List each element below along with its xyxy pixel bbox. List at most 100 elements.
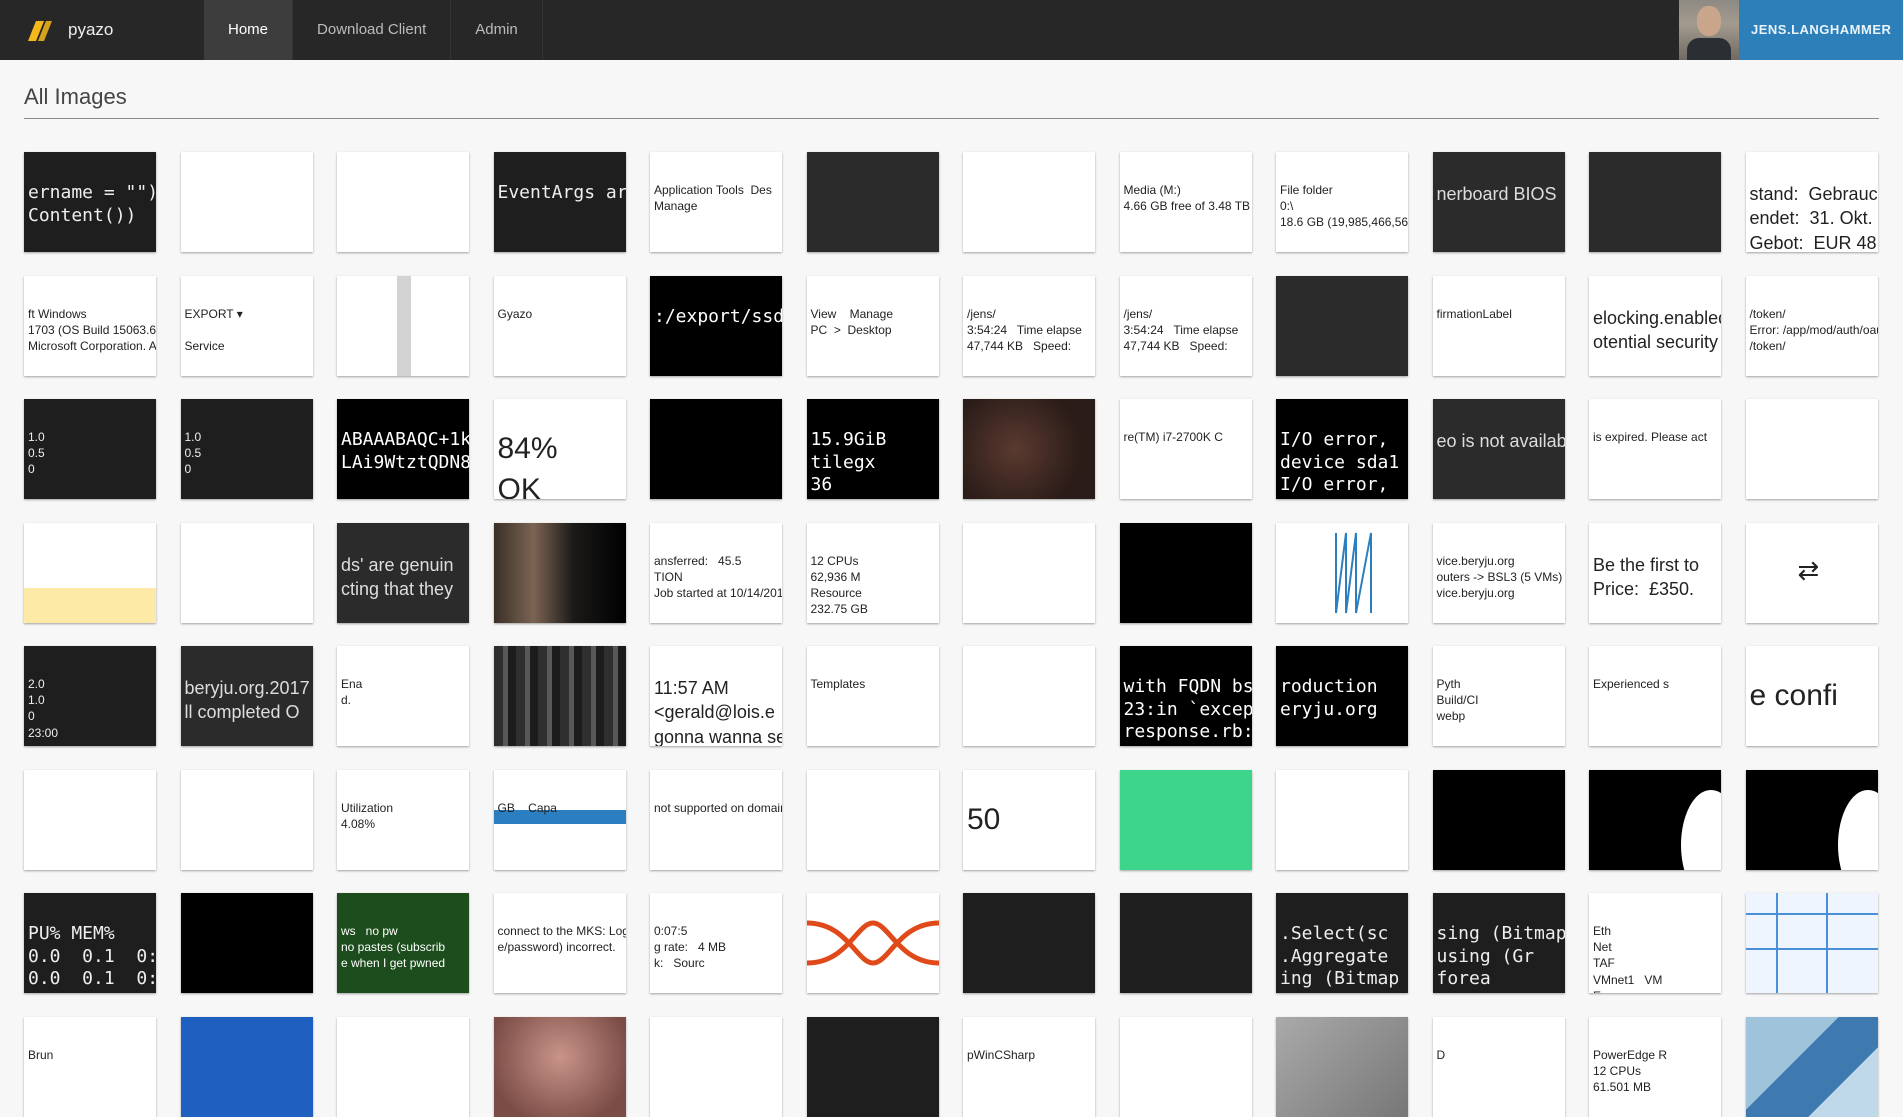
image-thumbnail[interactable]: Pyth Build/CI webp <box>1432 646 1565 746</box>
image-thumbnail[interactable] <box>963 152 1095 252</box>
image-thumbnail[interactable]: /jens/ 3:54:24 Time elapse 47,744 KB Spe… <box>1119 275 1252 376</box>
image-thumbnail[interactable] <box>1432 769 1565 870</box>
image-thumbnail[interactable]: e confi <box>1745 646 1878 746</box>
image-thumbnail[interactable]: View Manage PC > Desktop <box>806 275 939 376</box>
nav-download-client[interactable]: Download Client <box>293 0 452 60</box>
image-thumbnail[interactable]: 11:57 AM <gerald@lois.e gonna wanna see <box>650 646 782 746</box>
image-thumbnail[interactable]: ds' are genuin cting that they <box>337 522 469 623</box>
image-thumbnail[interactable]: ansferred: 45.5 TION Job started at 10/1… <box>650 522 782 623</box>
nav-home[interactable]: Home <box>204 0 294 60</box>
image-thumbnail[interactable] <box>1119 1016 1252 1117</box>
image-thumbnail[interactable]: D <box>1432 1016 1565 1117</box>
image-thumbnail[interactable]: Experienced s <box>1589 646 1721 746</box>
image-thumbnail[interactable]: Gyazo <box>493 275 626 376</box>
image-thumbnail[interactable] <box>337 152 469 252</box>
image-thumbnail[interactable]: Be the first to Price: £350. <box>1589 522 1721 623</box>
image-thumbnail[interactable]: 84% OK <box>493 399 626 499</box>
image-thumbnail[interactable]: /jens/ 3:54:24 Time elapse 47,744 KB Spe… <box>963 275 1095 376</box>
image-thumbnail[interactable] <box>1119 522 1252 623</box>
image-thumbnail[interactable] <box>337 1016 469 1117</box>
image-thumbnail[interactable] <box>1745 1016 1878 1117</box>
image-thumbnail[interactable]: Ena d. <box>337 646 469 746</box>
image-thumbnail[interactable]: sing (Bitmap using (Gr forea <box>1432 893 1565 993</box>
image-thumbnail[interactable]: PowerEdge R 12 CPUs 61.501 MB <box>1589 1016 1721 1117</box>
user-menu[interactable]: JENS.LANGHAMMER <box>1739 0 1903 60</box>
user-avatar[interactable] <box>1679 0 1739 60</box>
image-thumbnail[interactable] <box>806 1016 939 1117</box>
image-thumbnail[interactable]: 2.0 1.0 0 23:00 <box>24 646 156 746</box>
image-thumbnail[interactable]: 50 <box>963 769 1095 870</box>
image-thumbnail[interactable]: eo is not availabl <box>1432 399 1565 499</box>
image-thumbnail[interactable] <box>180 152 313 252</box>
image-thumbnail[interactable]: GB Capa <box>493 769 626 870</box>
image-thumbnail[interactable] <box>493 522 626 623</box>
image-thumbnail[interactable]: Application Tools Des Manage <box>650 152 782 252</box>
image-thumbnail[interactable] <box>1276 275 1408 376</box>
image-thumbnail[interactable]: File folder 0:\ 18.6 GB (19,985,466,565 … <box>1276 152 1408 252</box>
image-thumbnail[interactable] <box>180 893 313 993</box>
image-thumbnail[interactable] <box>180 1016 313 1117</box>
image-thumbnail[interactable]: Utilization 4.08% <box>337 769 469 870</box>
image-thumbnail[interactable]: firmationLabel <box>1432 275 1565 376</box>
image-thumbnail[interactable]: connect to the MKS: Login e/password) in… <box>493 893 626 993</box>
image-thumbnail[interactable]: ws no pw no pastes (subscrib e when I ge… <box>337 893 469 993</box>
image-thumbnail[interactable]: not supported on domain <box>650 769 782 870</box>
image-thumbnail[interactable]: ername = "") Content()) <box>24 152 156 252</box>
image-thumbnail[interactable]: EXPORT ▾ Service <box>180 275 313 376</box>
image-thumbnail[interactable]: PU% MEM% 0.0 0.1 0: 0.0 0.1 0: <box>24 893 156 993</box>
image-thumbnail[interactable] <box>24 769 156 870</box>
image-thumbnail[interactable]: /token/ Error: /app/mod/auth/oau /token/ <box>1745 275 1878 376</box>
image-thumbnail[interactable] <box>1745 399 1878 499</box>
image-thumbnail[interactable] <box>24 522 156 623</box>
image-thumbnail[interactable]: :/export/ssd <box>650 275 782 376</box>
image-thumbnail[interactable]: beryju.org.2017 ll completed O <box>180 646 313 746</box>
image-thumbnail[interactable]: Templates <box>806 646 939 746</box>
image-thumbnail[interactable] <box>180 769 313 870</box>
image-thumbnail[interactable]: 0:07:5 g rate: 4 MB k: Sourc <box>650 893 782 993</box>
image-thumbnail[interactable]: 12 CPUs 62,936 M Resource 232.75 GB <box>806 522 939 623</box>
image-thumbnail[interactable] <box>963 893 1095 993</box>
image-thumbnail[interactable] <box>1119 893 1252 993</box>
image-thumbnail[interactable] <box>1276 522 1408 623</box>
image-thumbnail[interactable]: stand: Gebrauch endet: 31. Okt. 2 Gebot:… <box>1745 152 1878 252</box>
image-thumbnail[interactable] <box>1745 769 1878 870</box>
image-thumbnail[interactable] <box>180 522 313 623</box>
image-thumbnail[interactable] <box>650 1016 782 1117</box>
image-thumbnail[interactable] <box>493 1016 626 1117</box>
image-thumbnail[interactable] <box>963 399 1095 499</box>
image-thumbnail[interactable]: is expired. Please act <box>1589 399 1721 499</box>
brand[interactable]: pyazo <box>24 14 113 46</box>
image-thumbnail[interactable] <box>963 522 1095 623</box>
image-thumbnail[interactable] <box>963 646 1095 746</box>
image-thumbnail[interactable] <box>806 152 939 252</box>
image-thumbnail[interactable]: ABAAABAQC+1kg LAi9WtztQDN8D <box>337 399 469 499</box>
image-thumbnail[interactable] <box>806 893 939 993</box>
image-thumbnail[interactable]: EventArgs ar <box>493 152 626 252</box>
image-thumbnail[interactable]: Brun <box>24 1016 156 1117</box>
image-thumbnail[interactable]: roduction eryju.org <box>1276 646 1408 746</box>
image-thumbnail[interactable] <box>1276 769 1408 870</box>
image-thumbnail[interactable]: 15.9GiB tilegx 36 1200MHz 0% <box>806 399 939 499</box>
image-thumbnail[interactable] <box>337 275 469 376</box>
image-thumbnail[interactable]: 1.0 0.5 0 <box>180 399 313 499</box>
image-thumbnail[interactable] <box>1589 152 1721 252</box>
image-thumbnail[interactable] <box>650 399 782 499</box>
image-thumbnail[interactable] <box>1119 769 1252 870</box>
nav-admin[interactable]: Admin <box>451 0 543 60</box>
image-thumbnail[interactable]: pWinCSharp <box>963 1016 1095 1117</box>
image-thumbnail[interactable] <box>1745 893 1878 993</box>
image-thumbnail[interactable] <box>806 769 939 870</box>
image-thumbnail[interactable]: Media (M:) 4.66 GB free of 3.48 TB <box>1119 152 1252 252</box>
image-thumbnail[interactable]: I/O error, device sda1 I/O error, ce sda… <box>1276 399 1408 499</box>
image-thumbnail[interactable]: vice.beryju.org outers -> BSL3 (5 VMs) 5… <box>1432 522 1565 623</box>
image-thumbnail[interactable]: nerboard BIOS <box>1432 152 1565 252</box>
image-thumbnail[interactable]: with FQDN bs 23:in `excep response.rb: <box>1119 646 1252 746</box>
image-thumbnail[interactable]: ⇄ <box>1745 522 1878 623</box>
image-thumbnail[interactable]: Eth Net TAF VMnet1 VM Ena VM <box>1589 893 1721 993</box>
image-thumbnail[interactable]: 1.0 0.5 0 <box>24 399 156 499</box>
image-thumbnail[interactable]: elocking.enabled' otential security <box>1589 275 1721 376</box>
image-thumbnail[interactable] <box>1276 1016 1408 1117</box>
image-thumbnail[interactable]: ft Windows 1703 (OS Build 15063.674) Mic… <box>24 275 156 376</box>
image-thumbnail[interactable] <box>1589 769 1721 870</box>
image-thumbnail[interactable] <box>493 646 626 746</box>
